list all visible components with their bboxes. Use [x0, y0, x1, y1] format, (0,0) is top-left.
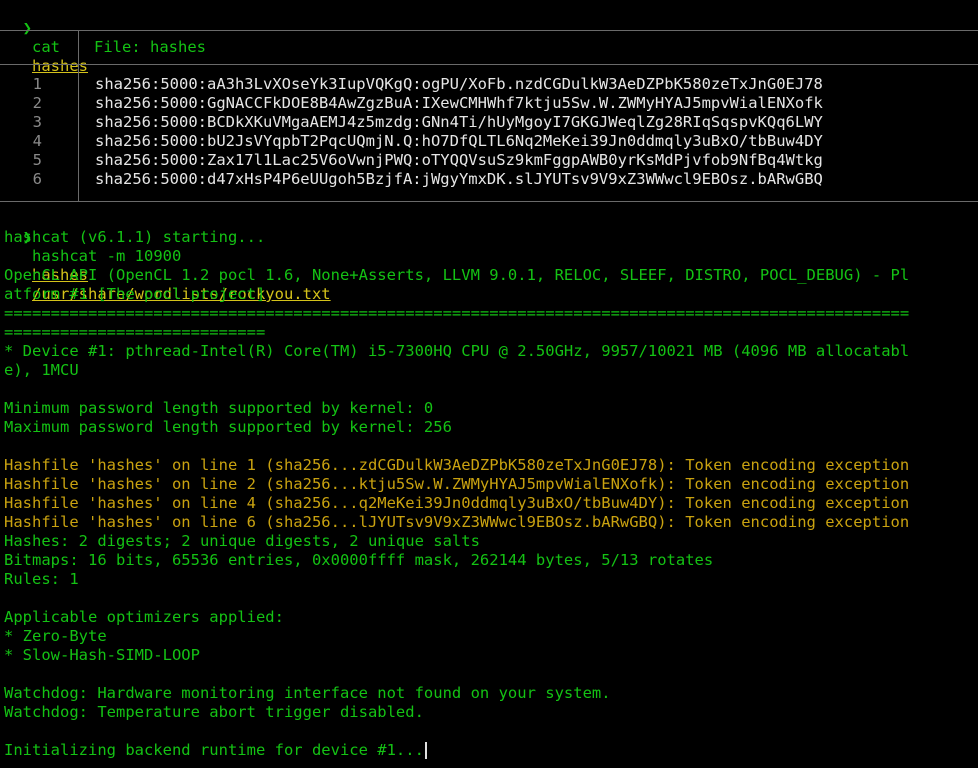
output-line: * Slow-Hash-SIMD-LOOP — [4, 646, 200, 664]
output-line: Hashfile 'hashes' on line 1 (sha256...zd… — [4, 456, 910, 474]
output-line: ========================================… — [4, 304, 910, 322]
output-line: e), 1MCU — [4, 361, 79, 379]
output-line: Hashfile 'hashes' on line 2 (sha256...kt… — [4, 475, 910, 493]
cat-command-line: ❯ cat hashes — [4, 0, 88, 75]
line-number: 1 — [32, 75, 42, 93]
output-line: Bitmaps: 16 bits, 65536 entries, 0x0000f… — [4, 551, 714, 569]
output-line: * Zero-Byte — [4, 627, 107, 645]
line-number: 6 — [32, 170, 42, 188]
output-line: ============================ — [4, 323, 266, 341]
file-header: File: hashes — [94, 38, 206, 56]
file-line: sha256:5000:d47xHsP4P6eUUgoh5BzjfA:jWgyY… — [95, 170, 823, 188]
output-line: Watchdog: Temperature abort trigger disa… — [4, 703, 424, 721]
output-line: Initializing backend runtime for device … — [4, 741, 427, 760]
output-line: Rules: 1 — [4, 570, 79, 588]
output-line: Hashes: 2 digests; 2 unique digests, 2 u… — [4, 532, 480, 550]
line-number: 4 — [32, 132, 42, 150]
line-number: 5 — [32, 151, 42, 169]
output-line: * Device #1: pthread-Intel(R) Core(TM) i… — [4, 342, 910, 360]
hashcat-command-line: ❯ hashcat -m 10900 hashes /usr/share/wor… — [4, 209, 331, 303]
gutter-divider — [78, 64, 79, 202]
output-line: Hashfile 'hashes' on line 6 (sha256...lJ… — [4, 513, 910, 531]
output-line: Minimum password length supported by ker… — [4, 399, 434, 417]
file-viewer: File: hashes 1 sha256:5000:aA3h3LvXOseYk… — [0, 30, 978, 202]
header-separator — [0, 64, 978, 65]
bottom-border — [0, 201, 978, 202]
line-number: 2 — [32, 94, 42, 112]
output-line: atform #1 [The pocl project] — [4, 285, 266, 303]
file-line: sha256:5000:bU2JsVYqpbT2PqcUQmjN.Q:hO7Df… — [95, 132, 823, 150]
file-line: sha256:5000:GgNACCFkDOE8B4AwZgzBuA:IXewC… — [95, 94, 823, 112]
output-line: Hashfile 'hashes' on line 4 (sha256...q2… — [4, 494, 910, 512]
output-line: Watchdog: Hardware monitoring interface … — [4, 684, 611, 702]
line-number: 3 — [32, 113, 42, 131]
output-line: OpenCL API (OpenCL 1.2 pocl 1.6, None+As… — [4, 266, 910, 284]
file-line: sha256:5000:BCDkXKuVMgaAEMJ4z5mzdg:GNn4T… — [95, 113, 823, 131]
top-border — [0, 30, 978, 31]
output-line: Applicable optimizers applied: — [4, 608, 284, 626]
file-line: sha256:5000:aA3h3LvXOseYk3IupVQKgQ:ogPU/… — [95, 75, 823, 93]
output-line: Maximum password length supported by ker… — [4, 418, 452, 436]
command-name: hashcat -m 10900 — [32, 247, 182, 265]
header-divider — [78, 30, 79, 64]
file-line: sha256:5000:Zax17l1Lac25V6oVwnjPWQ:oTYQQ… — [95, 151, 823, 169]
output-line: hashcat (v6.1.1) starting... — [4, 228, 266, 246]
terminal-cursor — [424, 742, 427, 759]
